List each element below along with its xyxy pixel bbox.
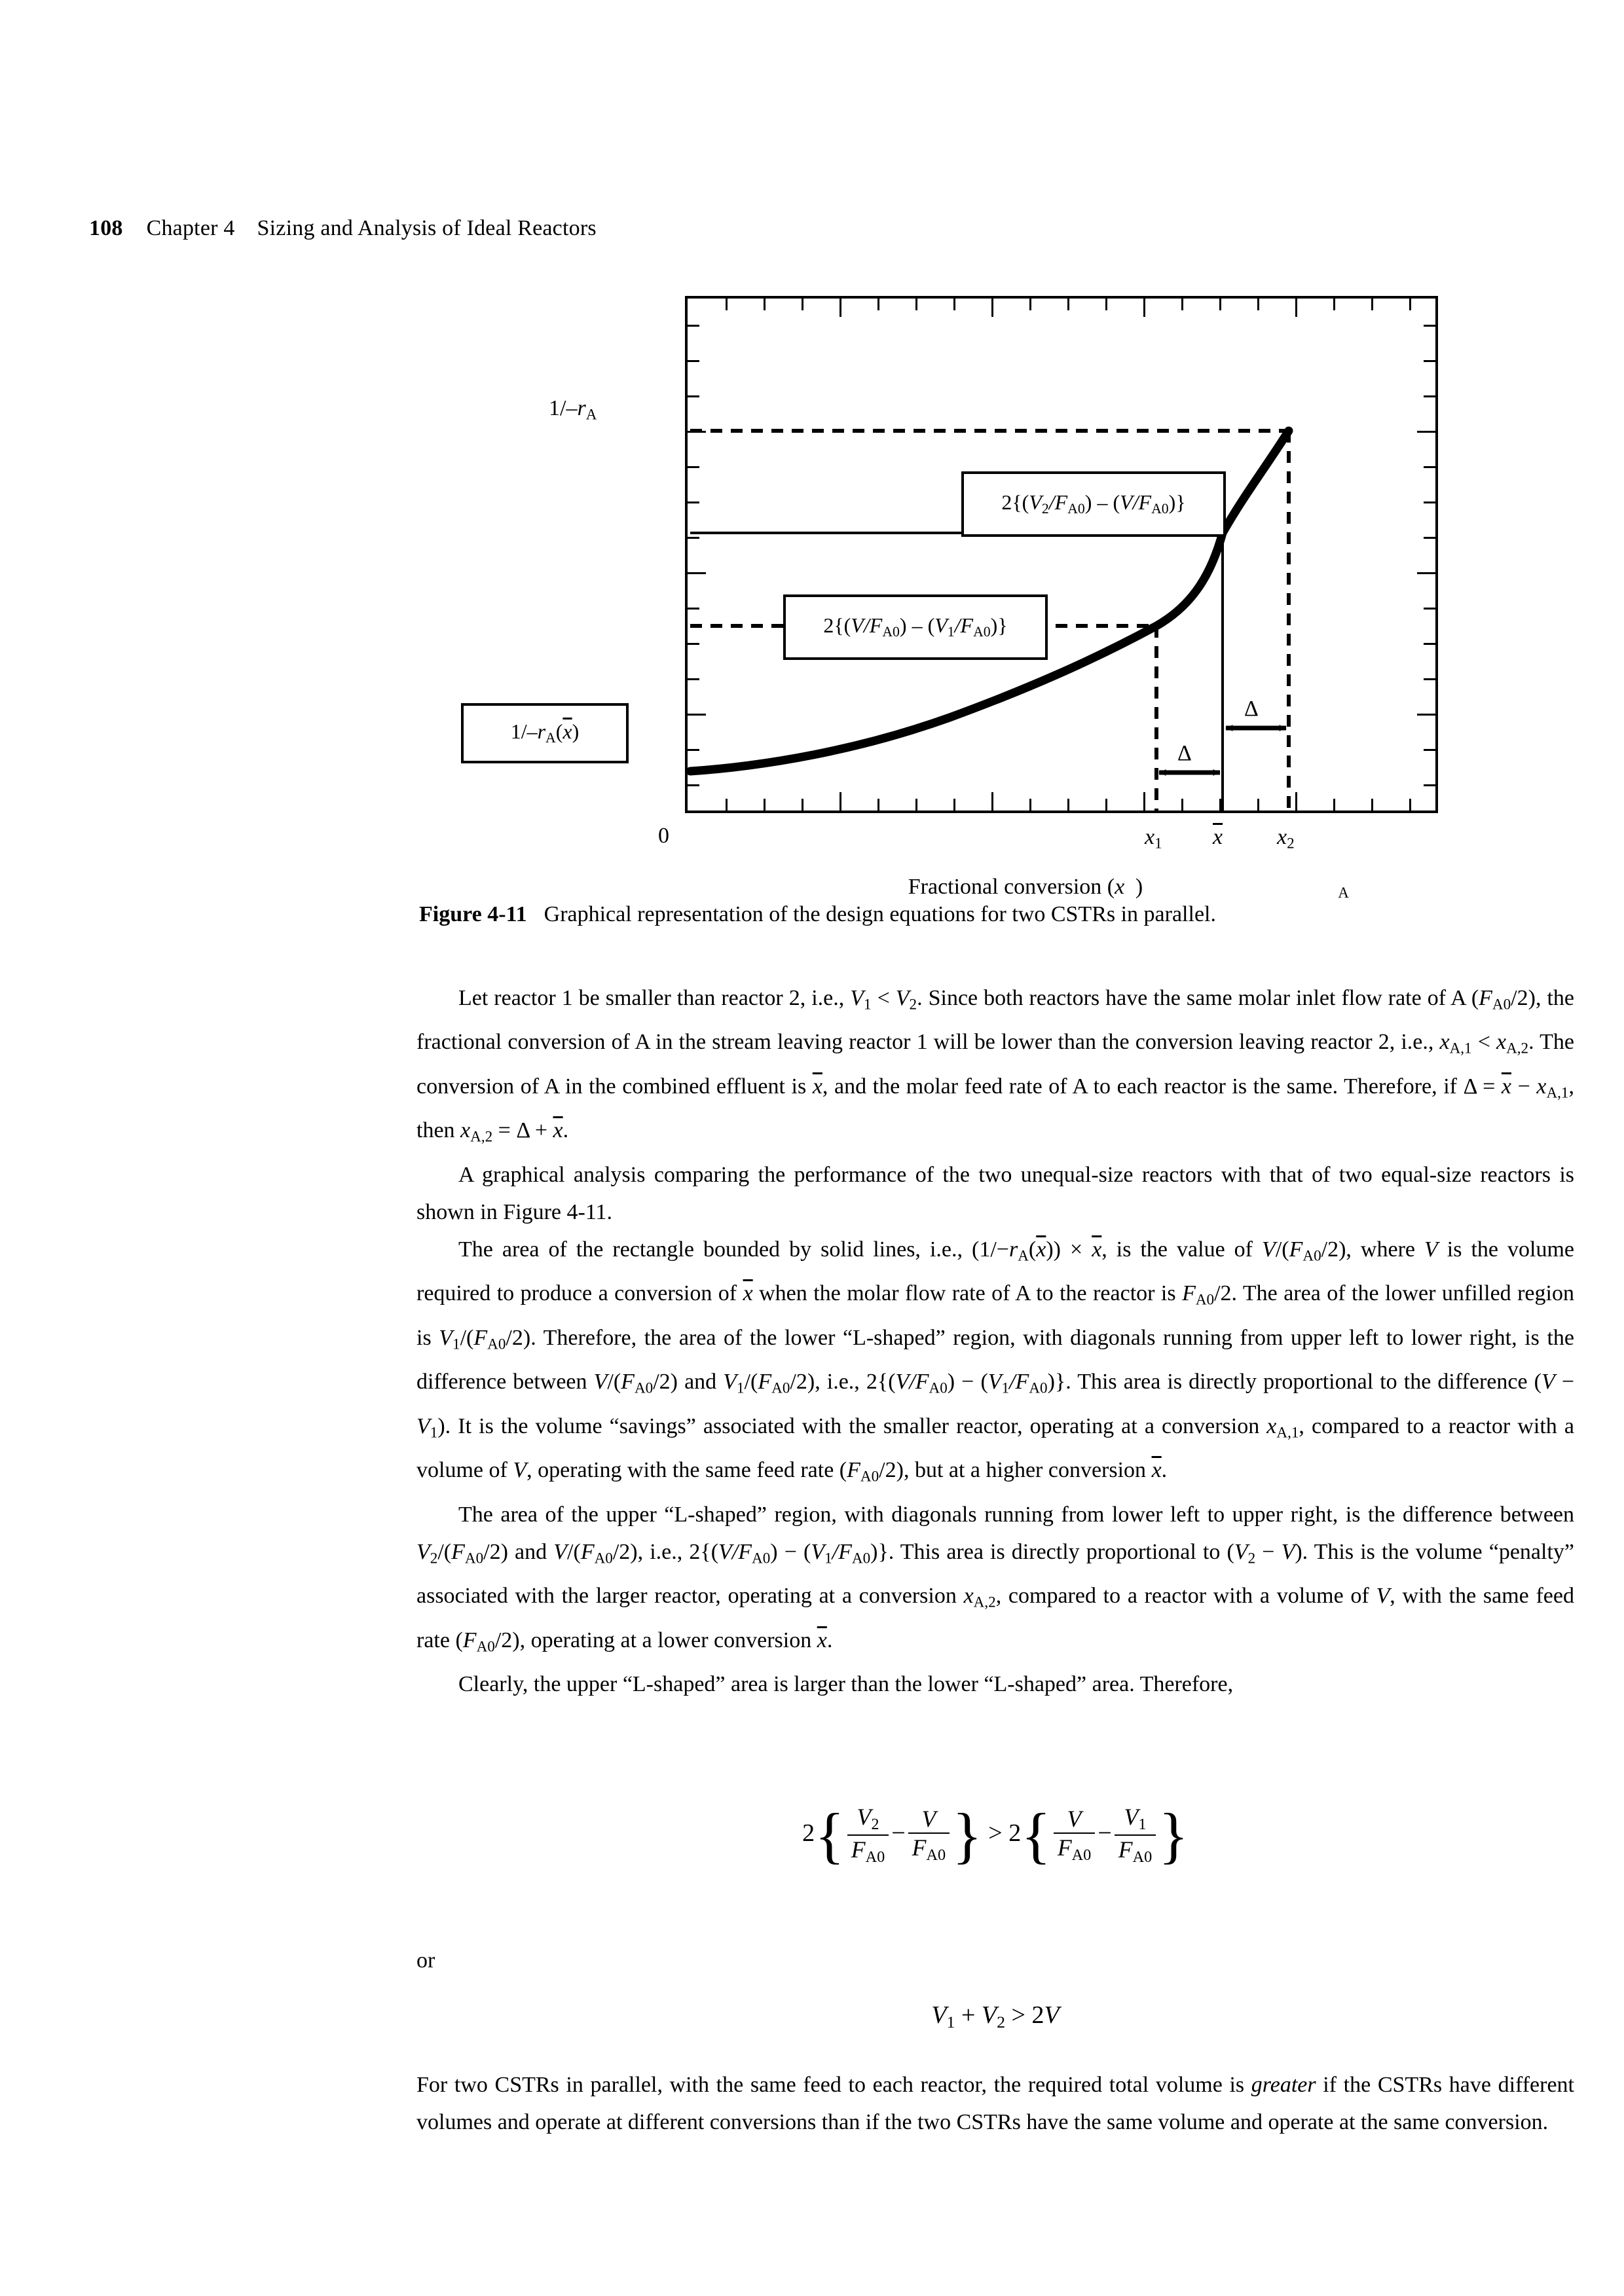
callout-y-value-box: 1/–rA(x): [461, 703, 629, 763]
p4-part-h: , operating at a lower conversion: [519, 1628, 817, 1652]
plot-frame: Δ Δ: [685, 296, 1438, 813]
chapter-title: Sizing and Analysis of Ideal Reactors: [257, 216, 597, 240]
p3-part-a: The area of the rectangle bounded by sol…: [458, 1237, 972, 1262]
equation-1: 2{V2 FA0− V FA0} > 2{V FA0− V1 FA0}: [416, 1804, 1574, 1866]
p3-part-i: , i.e.,: [815, 1370, 866, 1394]
p1-part-a: Let reactor 1 be smaller than reactor 2,…: [458, 986, 851, 1010]
page-number: 108: [89, 216, 123, 240]
delta-label-lower: Δ: [1177, 741, 1192, 765]
p4-part-a: The area of the upper “L-shaped” region,…: [458, 1502, 1574, 1527]
x-axis-title: Fractional conversion (x A): [908, 875, 1349, 902]
figure-4-11: 1/–rA 1/–rA(x) Δ Δ 2{(V2/FA0) – (V/FA0)}…: [0, 282, 1624, 949]
p3-part-m: , operating with the same feed rate: [526, 1458, 840, 1483]
callout-y-value-text: 1/–rA(x): [510, 720, 580, 746]
p3-part-k: . It is the volume “savings” associated …: [445, 1413, 1267, 1438]
textbook-page: 108 Chapter 4 Sizing and Analysis of Ideal…: [0, 0, 1624, 2296]
p3-part-c: , where: [1346, 1237, 1424, 1262]
x-origin-label: 0: [658, 824, 669, 848]
body-text: Let reactor 1 be smaller than reactor 2,…: [416, 979, 1574, 1703]
p6-italic-word: greater: [1251, 2073, 1316, 2097]
paragraph-1: Let reactor 1 be smaller than reactor 2,…: [416, 986, 1574, 1146]
x-tick-label-x2: x2: [1277, 825, 1295, 852]
p3-part-e: when the molar flow rate of A to the rea…: [752, 1281, 1183, 1306]
paragraph-3: The area of the rectangle bounded by sol…: [416, 1237, 1575, 1485]
paragraph-5: Clearly, the upper “L-shaped” area is la…: [458, 1672, 1234, 1697]
p3-part-j: . This area is directly proportional to …: [1065, 1370, 1534, 1394]
figure-caption: Figure 4-11 Graphical representation of t…: [419, 902, 1216, 927]
p3-part-b: , is the value of: [1101, 1237, 1263, 1262]
p1-part-g: .: [563, 1118, 569, 1143]
figure-caption-text: Graphical representation of the design e…: [544, 902, 1216, 926]
plot-inner: Δ Δ: [688, 299, 1435, 813]
callout-lower-text: 2{(V/FA0) – (V1/FA0)}: [823, 613, 1008, 640]
paragraph-4: The area of the upper “L-shaped” region,…: [416, 1502, 1574, 1656]
p4-part-f: , compared to a reactor with a volume of: [995, 1584, 1376, 1609]
closing-paragraph-block: For two CSTRs in parallel, with the same…: [416, 2066, 1574, 2141]
or-connector: or: [416, 1948, 435, 1973]
equation-1-content: 2{V2 FA0− V FA0} > 2{V FA0− V1 FA0}: [802, 1800, 1189, 1870]
paragraph-2: A graphical analysis comparing the perfo…: [416, 1162, 1574, 1224]
p3-part-h: and: [677, 1370, 724, 1394]
callout-lower-region: 2{(V/FA0) – (V1/FA0)}: [783, 594, 1048, 660]
figure-caption-label: Figure 4-11: [419, 902, 527, 926]
x-tick-label-x1: x1: [1145, 825, 1162, 852]
running-head: 108 Chapter 4 Sizing and Analysis of Ideal…: [89, 216, 597, 241]
p4-part-d: . This area is directly proportional to: [888, 1539, 1227, 1564]
y-axis-label: 1/–rA: [549, 396, 597, 424]
p1-part-b: . Since both reactors have the same mola…: [917, 986, 1479, 1010]
paragraph-6: For two CSTRs in parallel, with the same…: [416, 2066, 1574, 2141]
equation-2: V1 + V2 > 2V: [416, 2001, 1574, 2032]
p4-part-b: and: [507, 1539, 554, 1564]
p4-part-i: .: [826, 1628, 833, 1652]
x-tick-label-xbar: x: [1213, 825, 1223, 849]
callout-upper-text: 2{(V2/FA0) – (V/FA0)}: [1001, 490, 1186, 517]
equation-2-content: V1 + V2 > 2V: [931, 2001, 1060, 2032]
p3-part-o: .: [1161, 1458, 1168, 1483]
chart-curve-overlay: [688, 426, 1293, 813]
p4-part-c: , i.e.,: [637, 1539, 690, 1564]
p6-part-a: For two CSTRs in parallel, with the same…: [416, 2073, 1251, 2097]
p1-part-e: , and the molar feed rate of A to each r…: [822, 1074, 1464, 1099]
p3-part-n: , but at a higher conversion: [903, 1458, 1152, 1483]
callout-upper-region: 2{(V2/FA0) – (V/FA0)}: [961, 471, 1226, 537]
chapter-label: Chapter 4: [146, 216, 235, 240]
delta-label-upper: Δ: [1244, 697, 1259, 721]
plot-area: Δ Δ: [685, 296, 1438, 813]
